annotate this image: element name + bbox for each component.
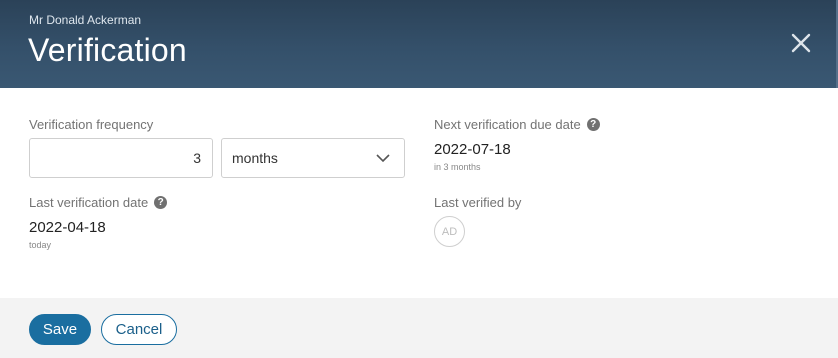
question-circle-icon[interactable]: ? bbox=[154, 196, 168, 209]
question-circle-icon[interactable]: ? bbox=[586, 118, 600, 131]
dialog-body: Verification frequency months Next verif… bbox=[0, 88, 838, 298]
last-by-label-text: Last verified by bbox=[434, 195, 522, 210]
dialog-footer: Save Cancel bbox=[0, 298, 838, 358]
next-due-hint: in 3 months bbox=[434, 162, 481, 172]
avatar: AD bbox=[434, 216, 465, 247]
last-date-value: 2022-04-18 bbox=[29, 219, 106, 236]
dialog-title: Verification bbox=[28, 32, 187, 68]
frequency-value-input[interactable] bbox=[29, 138, 213, 178]
next-due-label-text: Next verification due date bbox=[434, 117, 581, 132]
save-button[interactable]: Save bbox=[29, 314, 91, 345]
last-date-label-text: Last verification date bbox=[29, 195, 149, 210]
cancel-button[interactable]: Cancel bbox=[101, 314, 177, 345]
dialog-header: Mr Donald Ackerman Verification bbox=[0, 0, 838, 88]
close-icon[interactable] bbox=[788, 30, 814, 56]
next-due-label: Next verification due date ? bbox=[434, 117, 600, 132]
last-date-hint: today bbox=[29, 240, 52, 250]
last-date-label: Last verification date ? bbox=[29, 195, 168, 210]
frequency-label: Verification frequency bbox=[29, 117, 153, 132]
next-due-value: 2022-07-18 bbox=[434, 141, 511, 158]
frequency-label-text: Verification frequency bbox=[29, 117, 154, 132]
last-by-label: Last verified by bbox=[434, 195, 521, 210]
frequency-unit-select[interactable]: months bbox=[221, 138, 405, 178]
chevron-down-icon bbox=[376, 150, 390, 166]
frequency-unit-value: months bbox=[232, 150, 278, 166]
customer-name: Mr Donald Ackerman bbox=[29, 13, 142, 27]
